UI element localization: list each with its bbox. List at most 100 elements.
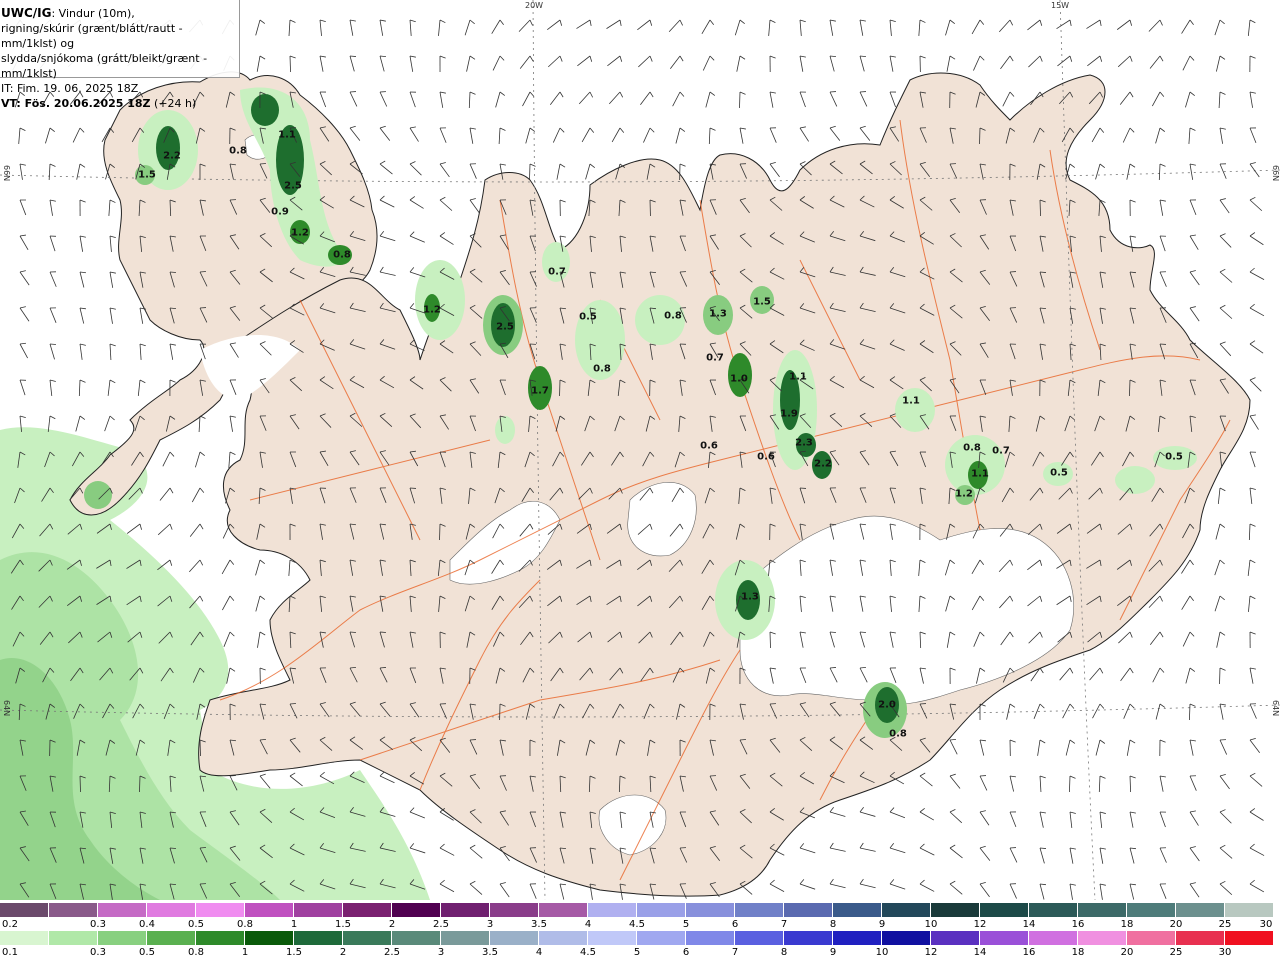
legend-label: 0.8	[237, 919, 253, 930]
init-time: IT: Fim. 19. 06. 2025 18Z	[1, 82, 139, 95]
legend-swatch	[343, 931, 392, 945]
legend-label: 9	[829, 947, 837, 958]
legend-label: 2	[388, 919, 396, 930]
legend-swatch	[1078, 931, 1127, 945]
legend-swatch	[588, 903, 637, 917]
legend-label: 8	[829, 919, 837, 930]
legend-label: 16	[1022, 947, 1036, 958]
legend-label: 0.1	[2, 947, 18, 958]
precip-label: 1.1	[789, 371, 807, 383]
legend-swatch	[735, 903, 784, 917]
weather-map: UWC/IG: Vindur (10m), rigning/skúrir (gr…	[0, 0, 1280, 900]
legend-swatch	[147, 931, 196, 945]
legend-swatch	[0, 903, 49, 917]
legend-swatch	[882, 903, 931, 917]
legend-label: 9	[878, 919, 886, 930]
legend-label: 6	[731, 919, 739, 930]
precip-label: 0.7	[992, 445, 1010, 457]
legend-label: 25	[1218, 919, 1232, 930]
legend-swatch	[441, 903, 490, 917]
precip-label: 0.5	[579, 311, 597, 323]
map-canvas	[0, 0, 1280, 900]
legend-label: 7	[731, 947, 739, 958]
legend-label: 10	[875, 947, 889, 958]
legend-label: 20	[1120, 947, 1134, 958]
legend-label: 0.5	[188, 919, 204, 930]
legend-rain-labels: 0.1 0.3 0.5 0.8 1 1.5 2 2.5 3 3.5 4 4.5 5 6 7 8 9 10 12 14 1…	[0, 947, 1280, 959]
precip-label: 1.1	[902, 395, 920, 407]
map-title: UWC/IG	[1, 6, 52, 20]
legend-swatch	[833, 931, 882, 945]
legend-snow-swatches	[0, 903, 1280, 917]
precip-label: 0.8	[229, 145, 247, 157]
legend-swatch	[539, 903, 588, 917]
map-subtitle-3: slydda/snjókoma (grátt/bleikt/grænt - mm…	[1, 52, 208, 80]
legend-swatch	[980, 931, 1029, 945]
lat-label-66n-right: 66N	[1271, 165, 1280, 182]
forecast-offset: (+24 h)	[150, 97, 197, 110]
precip-label: 0.7	[706, 352, 724, 364]
legend-swatch	[294, 903, 343, 917]
legend-label: 2.5	[384, 947, 400, 958]
wind-barb	[769, 631, 771, 649]
legend-swatch	[784, 931, 833, 945]
legend-label: 1	[241, 947, 249, 958]
legend-label: 20	[1169, 919, 1183, 930]
wind-barb	[1069, 775, 1071, 793]
wind-barb-flag	[1039, 847, 1047, 849]
legend-swatch	[1225, 931, 1274, 945]
precip-label: 1.9	[780, 408, 798, 420]
precip-label: 1.5	[138, 169, 156, 181]
legend-swatch	[882, 931, 931, 945]
legend-label: 1.5	[286, 947, 302, 958]
precip-label: 0.7	[548, 266, 566, 278]
legend-swatch	[1176, 903, 1225, 917]
legend-swatch	[686, 903, 735, 917]
precip-label: 2.0	[878, 699, 896, 711]
legend-snow-labels: 0.2 0.3 0.4 0.5 0.8 1 1.5 2 2.5 3 3.5 4 4.5 5 6 7 8 9 10 12…	[0, 919, 1280, 931]
precip-label: 1.2	[423, 304, 441, 316]
precip-label: 2.2	[814, 458, 832, 470]
legend-label: 0.3	[90, 947, 106, 958]
legend-swatch	[1029, 903, 1078, 917]
wind-barb	[139, 775, 141, 793]
legend-label: 2.5	[433, 919, 449, 930]
legend-label: 18	[1120, 919, 1134, 930]
wind-barb	[1129, 379, 1131, 397]
legend-swatch	[196, 903, 245, 917]
wind-barb-flag	[379, 667, 387, 669]
legend-label: 0.2	[2, 919, 18, 930]
legend-swatch	[735, 931, 784, 945]
legend-swatch	[686, 931, 735, 945]
precip-label: 2.5	[284, 180, 302, 192]
legend-label: 1.5	[335, 919, 351, 930]
legend-label: 0.8	[188, 947, 204, 958]
lat-label-64n-left: 64N	[2, 700, 11, 717]
legend-swatch	[196, 931, 245, 945]
legend-swatch	[441, 931, 490, 945]
legend-swatch	[980, 903, 1029, 917]
legend-swatch	[931, 903, 980, 917]
precip-label: 1.5	[753, 296, 771, 308]
lat-label-66n-left: 66N	[2, 165, 11, 182]
precip-label: 2.3	[795, 437, 813, 449]
legend-label: 3	[437, 947, 445, 958]
wind-barb-flag	[199, 271, 207, 273]
legend-swatch	[343, 903, 392, 917]
lon-label-20w: 20W	[525, 1, 544, 10]
legend-label: 12	[973, 919, 987, 930]
precip-label: 1.3	[741, 591, 759, 603]
legend-label: 16	[1071, 919, 1085, 930]
legend-label: 6	[682, 947, 690, 958]
legend-label: 14	[1022, 919, 1036, 930]
legend-swatch	[1127, 903, 1176, 917]
precip-label: 2.2	[163, 150, 181, 162]
wind-barb-flag	[199, 847, 207, 849]
legend-swatch	[490, 931, 539, 945]
precip-label: 2.5	[496, 321, 514, 333]
legend-swatch	[1127, 931, 1176, 945]
wind-barb-flag	[169, 847, 177, 849]
legend-label: 10	[924, 919, 938, 930]
legend-label: 4.5	[580, 947, 596, 958]
precip-label: 0.5	[1050, 467, 1068, 479]
